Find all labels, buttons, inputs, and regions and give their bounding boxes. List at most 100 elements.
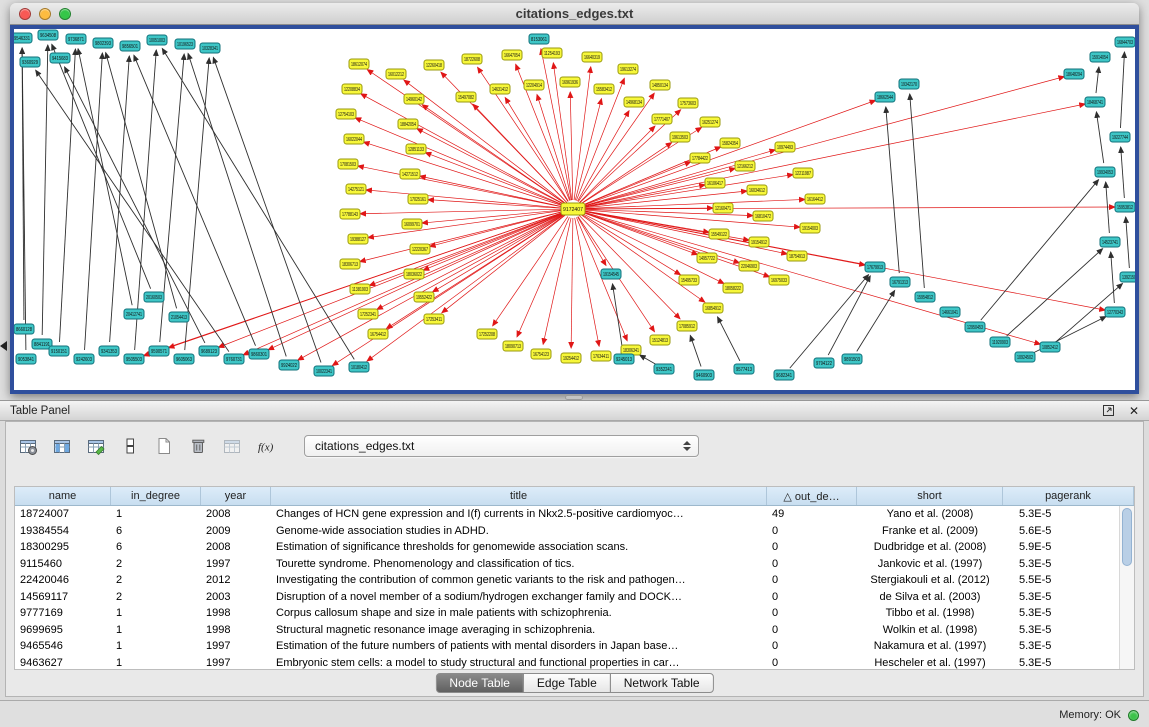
network-node[interactable]: 9360929 [20, 57, 40, 67]
network-node[interactable]: 12754103 [336, 109, 356, 119]
column-header-title[interactable]: title [271, 487, 767, 505]
table-row[interactable]: 946362711997Embryonic stem cells: a mode… [15, 655, 1134, 671]
network-edge[interactable] [106, 53, 177, 309]
network-edge[interactable] [42, 45, 48, 335]
minimize-window-button[interactable] [39, 8, 51, 20]
network-node[interactable]: 17085912 [677, 321, 697, 331]
network-node[interactable]: 12770343 [1105, 307, 1125, 317]
table-mode-button[interactable] [16, 434, 40, 458]
network-edge[interactable] [543, 218, 571, 344]
network-node[interactable]: 18648294 [1064, 69, 1084, 79]
network-edge[interactable] [1120, 52, 1124, 128]
table-row[interactable]: 1456911722003Disruption of a novel membe… [15, 589, 1134, 606]
network-node[interactable]: 9341353 [99, 346, 119, 356]
network-node[interactable]: 15124813 [650, 335, 670, 345]
network-node[interactable]: 15824354 [720, 138, 740, 148]
network-node[interactable]: 9860301 [249, 349, 269, 359]
network-node[interactable]: 17788143 [340, 209, 360, 219]
network-node[interactable]: 16640319 [582, 52, 602, 62]
network-node[interactable]: 15953812 [1115, 202, 1135, 212]
scrollbar-thumb[interactable] [1122, 508, 1132, 566]
network-node[interactable]: 9689123 [199, 346, 219, 356]
column-header-in_degree[interactable]: in_degree [111, 487, 201, 505]
network-node[interactable]: 18842054 [398, 119, 418, 129]
network-edge[interactable] [420, 176, 564, 207]
network-node[interactable]: 18754913 [787, 251, 807, 261]
network-node[interactable]: 11381903 [350, 284, 370, 294]
column-header-short[interactable]: short [857, 487, 1003, 505]
network-node[interactable]: 18662544 [875, 92, 895, 102]
network-edge[interactable] [135, 50, 157, 350]
zoom-window-button[interactable] [59, 8, 71, 20]
network-node[interactable]: 17252341 [358, 309, 378, 319]
network-node[interactable]: 12950453 [965, 322, 985, 332]
network-node[interactable]: 9891503 [842, 354, 862, 364]
network-node[interactable]: 11254193 [542, 48, 562, 58]
network-edge[interactable] [570, 92, 573, 200]
network-edge[interactable] [110, 56, 130, 342]
network-node[interactable]: 14968134 [624, 97, 644, 107]
network-node[interactable]: 19552422 [414, 292, 434, 302]
network-node[interactable]: 12211987 [793, 168, 813, 178]
network-node[interactable]: 16099701 [402, 219, 422, 229]
network-node[interactable]: 18036022 [404, 269, 424, 279]
network-edge[interactable] [575, 99, 601, 201]
close-panel-icon[interactable]: ✕ [1129, 405, 1139, 417]
network-node[interactable]: 17573603 [678, 98, 698, 108]
network-node[interactable]: 10180412 [349, 362, 369, 372]
network-edge[interactable] [582, 77, 1065, 207]
panel-collapse-arrow[interactable] [0, 341, 7, 351]
network-edge[interactable] [640, 355, 657, 365]
network-node[interactable]: 10974493 [775, 142, 795, 152]
network-edge[interactable] [52, 44, 151, 288]
network-node[interactable]: 14957722 [697, 253, 717, 263]
network-edge[interactable] [1096, 112, 1103, 163]
network-edge[interactable] [1126, 217, 1130, 268]
network-node[interactable]: 10328341 [200, 43, 220, 53]
network-node[interactable]: 19613503 [670, 132, 690, 142]
network-node[interactable]: 16022044 [344, 134, 364, 144]
network-node[interactable]: 17081503 [338, 159, 358, 169]
table-row[interactable]: 911546021997Tourette syndrome. Phenomeno… [15, 556, 1134, 573]
network-edge[interactable] [358, 166, 564, 207]
network-node[interactable]: 18612074 [349, 59, 369, 69]
network-node[interactable]: 22046903 [739, 261, 759, 271]
network-edge[interactable] [404, 80, 566, 203]
network-node[interactable]: 9415683 [50, 53, 70, 63]
network-node[interactable]: 16844703 [1115, 37, 1135, 47]
network-edge[interactable] [857, 290, 895, 351]
delete-table-button[interactable] [186, 434, 210, 458]
network-edge[interactable] [433, 214, 566, 292]
network-node[interactable]: 19934053 [1095, 167, 1115, 177]
network-edge[interactable] [537, 95, 570, 201]
network-node[interactable]: 17634411 [591, 351, 611, 361]
network-node[interactable]: 19154912 [749, 237, 769, 247]
network-node[interactable]: 18090713 [503, 341, 523, 351]
network-node[interactable]: 9242603 [74, 354, 94, 364]
network-edge[interactable] [162, 49, 354, 360]
network-node[interactable]: 9682341 [774, 370, 794, 380]
network-node[interactable]: 15497082 [456, 92, 476, 102]
network-edge[interactable] [575, 218, 599, 346]
network-node[interactable]: 15495733 [679, 275, 699, 285]
network-edge[interactable] [1096, 67, 1099, 93]
network-node[interactable]: 8660128 [14, 324, 34, 334]
network-node[interactable]: 16810472 [753, 211, 773, 221]
network-node[interactable]: 9760731 [224, 354, 244, 364]
table-row[interactable]: 2242004622012Investigating the contribut… [15, 572, 1134, 589]
network-node[interactable]: 10051003 [147, 35, 167, 45]
network-node[interactable]: 12260418 [424, 60, 444, 70]
network-node[interactable]: 9924022 [279, 360, 299, 370]
network-node[interactable]: 21054413 [169, 312, 189, 322]
table-row[interactable]: 1830029562008Estimation of significance … [15, 539, 1134, 556]
network-node[interactable]: 19388127 [348, 234, 368, 244]
tab-network-table[interactable]: Network Table [610, 673, 714, 693]
network-node[interactable]: 14850134 [650, 80, 670, 90]
table-row[interactable]: 1938455462009Genome-wide association stu… [15, 523, 1134, 540]
network-edge[interactable] [59, 49, 75, 342]
network-edge[interactable] [577, 111, 629, 201]
network-edge[interactable] [613, 284, 623, 350]
network-edge[interactable] [422, 105, 565, 204]
table-row[interactable]: 977716911998Corpus callosum shape and si… [15, 605, 1134, 622]
network-node[interactable]: 19342170 [899, 79, 919, 89]
